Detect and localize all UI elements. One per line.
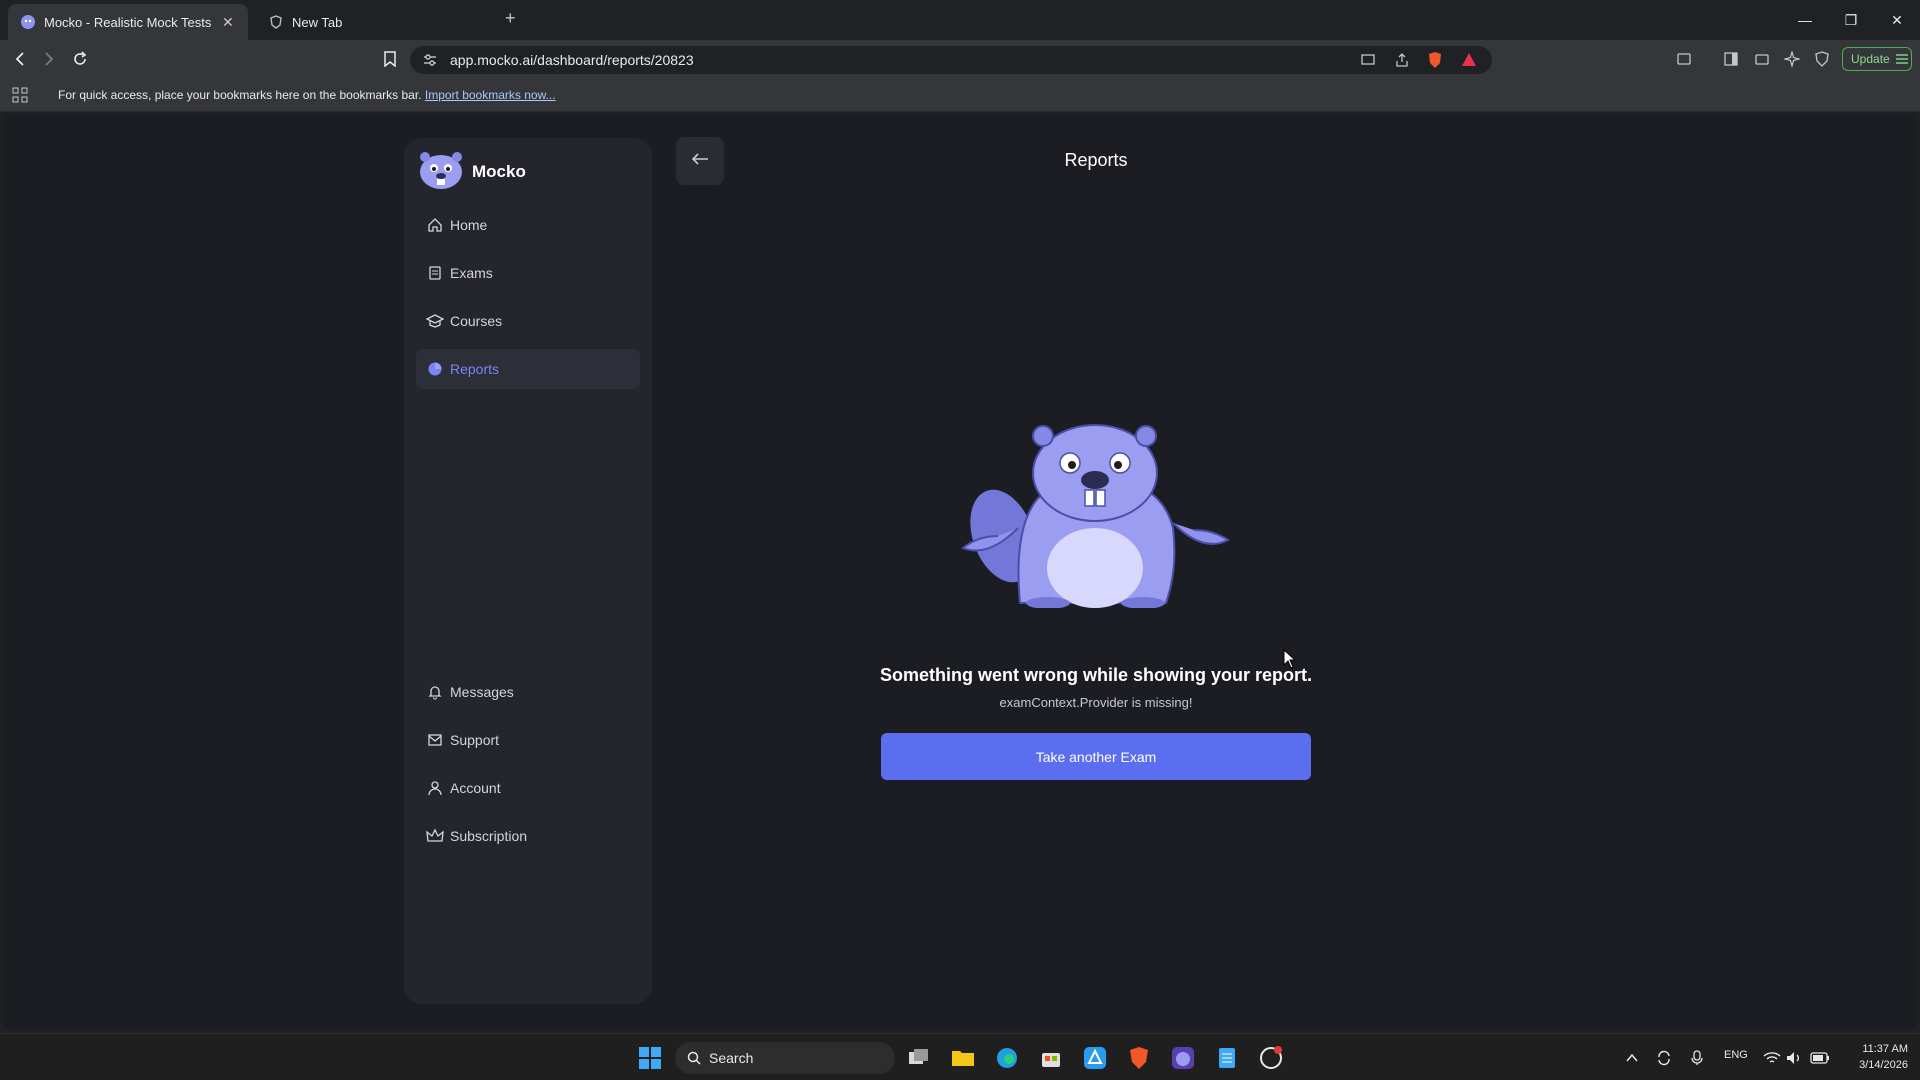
share-icon[interactable] — [1394, 52, 1410, 73]
system-clock[interactable]: 11:37 AM 3/14/2026 — [1838, 1041, 1908, 1073]
brave-rewards-icon[interactable] — [1460, 51, 1478, 74]
tab-title: Mocko - Realistic Mock Tests wit — [44, 14, 214, 30]
sidebar-item-reports[interactable]: Reports — [416, 349, 640, 389]
microphone-icon[interactable] — [1683, 1044, 1711, 1072]
clock-time: 11:37 AM — [1862, 1043, 1908, 1055]
tray-overflow-icon[interactable] — [1618, 1044, 1646, 1072]
update-button[interactable]: Update — [1842, 47, 1912, 71]
clock-date: 3/14/2026 — [1859, 1059, 1908, 1071]
restore-icon[interactable]: ❐ — [1828, 0, 1874, 40]
brave-browser-icon[interactable] — [1125, 1044, 1153, 1072]
brand-logo[interactable]: Mocko — [416, 148, 526, 195]
error-title: Something went wrong while showing your … — [879, 665, 1312, 685]
sidebar-toggle-icon[interactable] — [1720, 48, 1742, 70]
mocko-app-icon[interactable] — [1169, 1044, 1197, 1072]
search-label: Search — [709, 1050, 754, 1066]
confused-beaver-illustration — [958, 418, 1233, 609]
chatgpt-icon[interactable] — [1257, 1044, 1285, 1072]
task-view-icon[interactable] — [905, 1044, 933, 1072]
bookmarks-hint: For quick access, place your bookmarks h… — [58, 88, 556, 102]
url-text: app.mocko.ai/dashboard/reports/20823 — [450, 52, 694, 68]
volume-icon[interactable] — [1780, 1044, 1808, 1072]
sidebar-item-exams[interactable]: Exams — [416, 253, 640, 293]
microsoft-store-icon[interactable] — [1037, 1044, 1065, 1072]
arrow-left-icon — [690, 151, 710, 172]
sidebar-item-account[interactable]: Account — [416, 768, 640, 808]
close-window-icon[interactable]: ✕ — [1874, 0, 1920, 40]
sidebar-item-label: Exams — [450, 265, 493, 281]
language-indicator[interactable]: ENG — [1724, 1049, 1748, 1061]
sidebar-item-label: Home — [450, 217, 488, 233]
minimize-icon[interactable]: — — [1782, 0, 1828, 40]
sidebar-item-label: Reports — [450, 361, 500, 377]
tab-mocko[interactable]: Mocko - Realistic Mock Tests wit ✕ — [8, 4, 248, 40]
error-detail: examContext.Provider is missing! — [999, 695, 1193, 710]
apps-grid-icon[interactable] — [12, 87, 28, 106]
brave-shield-icon — [268, 14, 284, 30]
beaver-logo-icon — [416, 148, 466, 195]
taskbar-search[interactable]: Search — [675, 1042, 895, 1074]
cast-icon[interactable] — [1360, 52, 1376, 73]
tab-close-icon[interactable]: ✕ — [222, 14, 234, 31]
import-bookmarks-link[interactable]: Import bookmarks now... — [425, 88, 556, 102]
bookmark-icon[interactable] — [379, 48, 401, 70]
windows-start-icon[interactable] — [636, 1044, 664, 1072]
back-nav-icon[interactable] — [9, 48, 31, 70]
reload-icon[interactable] — [69, 48, 91, 70]
sidebar: Mocko Home Exams Courses Reports Message… — [404, 138, 652, 1004]
file-explorer-icon[interactable] — [949, 1044, 977, 1072]
sidebar-item-label: Subscription — [450, 828, 528, 844]
take-another-exam-button[interactable]: Take another Exam — [881, 733, 1311, 780]
crown-icon — [426, 827, 444, 845]
home-icon — [426, 216, 444, 234]
forward-nav-icon[interactable] — [38, 48, 60, 70]
battery-icon[interactable] — [1806, 1044, 1834, 1072]
pie-chart-icon — [426, 360, 444, 378]
document-icon — [426, 264, 444, 282]
bookmarks-bar: For quick access, place your bookmarks h… — [0, 78, 1920, 112]
graduation-cap-icon — [426, 312, 444, 330]
browser-toolbar: app.mocko.ai/dashboard/reports/20823 Upd… — [0, 40, 1920, 78]
mouse-cursor-icon — [1283, 648, 1297, 674]
user-icon — [426, 779, 444, 797]
wallet-icon[interactable] — [1751, 48, 1773, 70]
edge-icon[interactable] — [993, 1044, 1021, 1072]
new-tab-button[interactable]: + — [505, 8, 516, 29]
brand-name: Mocko — [472, 161, 526, 181]
tab-title: New Tab — [292, 14, 343, 30]
address-bar[interactable]: app.mocko.ai/dashboard/reports/20823 — [410, 46, 1492, 74]
search-icon — [687, 1051, 701, 1065]
menu-icon — [1895, 52, 1909, 69]
site-settings-icon[interactable] — [422, 52, 438, 73]
sidebar-item-support[interactable]: Support — [416, 720, 640, 760]
mail-icon — [426, 731, 444, 749]
update-label: Update — [1851, 52, 1890, 66]
brave-shields-icon[interactable] — [1426, 51, 1444, 74]
back-button[interactable] — [676, 137, 724, 185]
app-store-icon[interactable] — [1081, 1044, 1109, 1072]
sidebar-item-label: Courses — [450, 313, 503, 329]
sidebar-item-label: Support — [450, 732, 500, 748]
mocko-favicon-icon — [20, 14, 36, 30]
sidebar-item-label: Messages — [450, 684, 514, 700]
vpn-icon[interactable] — [1811, 48, 1833, 70]
tab-new-tab[interactable]: New Tab — [256, 4, 496, 40]
bell-icon — [426, 683, 444, 701]
windows-taskbar: Search ENG 11:37 AM 3/14/2026 — [0, 1033, 1920, 1080]
sidebar-item-subscription[interactable]: Subscription — [416, 816, 640, 856]
page-title: Reports — [1064, 150, 1128, 170]
notepad-icon[interactable] — [1213, 1044, 1241, 1072]
screenshot-icon[interactable] — [1673, 48, 1695, 70]
leo-ai-icon[interactable] — [1781, 48, 1803, 70]
sidebar-item-messages[interactable]: Messages — [416, 672, 640, 712]
sidebar-item-home[interactable]: Home — [416, 205, 640, 245]
browser-tab-bar: Mocko - Realistic Mock Tests wit ✕ New T… — [0, 0, 1920, 40]
bookmarks-hint-text: For quick access, place your bookmarks h… — [58, 88, 422, 102]
sidebar-item-label: Account — [450, 780, 501, 796]
sidebar-item-courses[interactable]: Courses — [416, 301, 640, 341]
sync-icon[interactable] — [1650, 1044, 1678, 1072]
